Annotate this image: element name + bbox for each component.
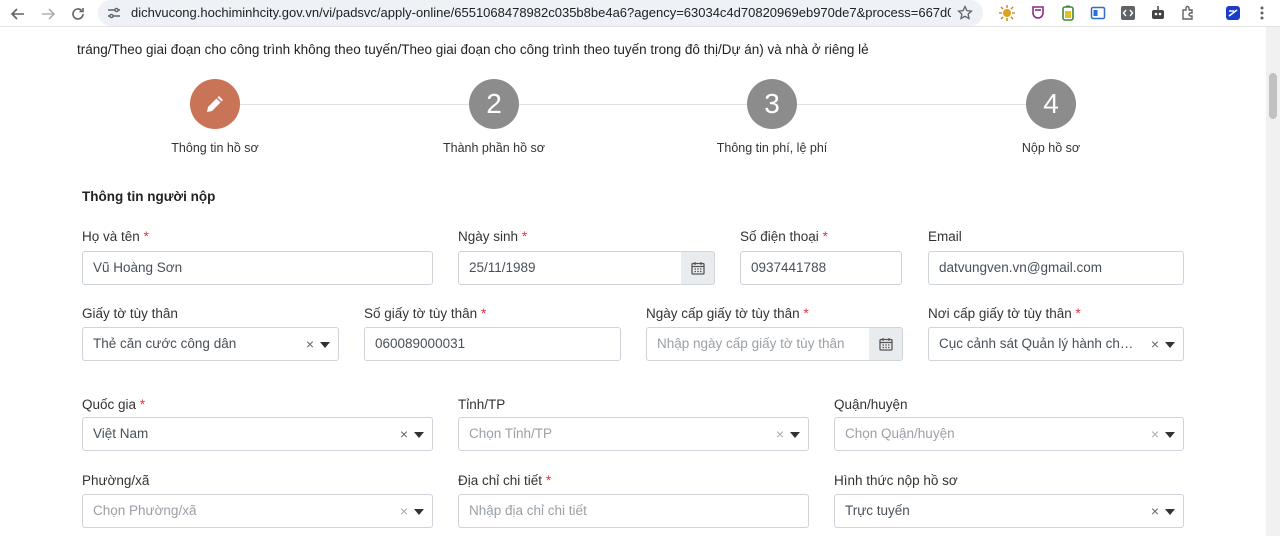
label-giay-to: Giấy tờ tùy thân (82, 306, 178, 321)
caret-down-icon[interactable] (1165, 509, 1175, 515)
quan-huyen-select[interactable]: Chọn Quận/huyện × (834, 417, 1184, 451)
tinh-tp-placeholder: Chọn Tỉnh/TP (469, 426, 553, 441)
reload-icon[interactable] (67, 3, 89, 25)
caret-down-icon[interactable] (414, 432, 424, 438)
label-so-giay-to: Số giấy tờ tùy thân * (364, 306, 487, 321)
label-ngay-cap: Ngày cấp giấy tờ tùy thân * (646, 306, 809, 321)
step-number: 3 (747, 79, 797, 129)
step-thanh-phan-ho-so[interactable]: 2 Thành phần hồ sơ (394, 79, 594, 155)
caret-down-icon[interactable] (790, 432, 800, 438)
label-ho-ten: Họ và tên * (82, 229, 149, 244)
bookmark-star-icon[interactable] (957, 5, 973, 21)
section-title: Thông tin người nộp (82, 189, 216, 204)
label-ngay-sinh: Ngày sinh * (458, 229, 528, 244)
noi-cap-value: Cục cảnh sát Quản lý hành chính v... (939, 336, 1135, 351)
step-nop-ho-so[interactable]: 4 Nộp hồ sơ (951, 79, 1151, 155)
label-quan-huyen: Quận/huyện (834, 397, 908, 412)
page-content: tráng/Theo giai đoạn cho công trình khôn… (0, 27, 1266, 536)
clear-icon[interactable]: × (1151, 328, 1159, 360)
tinh-tp-select[interactable]: Chọn Tỉnh/TP × (458, 417, 809, 451)
extension-battery-icon[interactable] (1060, 5, 1076, 21)
clear-icon[interactable]: × (400, 418, 408, 450)
label-tinh-tp: Tỉnh/TP (458, 397, 506, 412)
step-number: 4 (1026, 79, 1076, 129)
back-icon[interactable] (7, 3, 29, 25)
browser-toolbar: dichvucong.hochiminhcity.gov.vn/vi/padsv… (0, 0, 1280, 27)
label-so-dien-thoai: Số điện thoại * (740, 229, 828, 244)
clear-icon[interactable]: × (1151, 418, 1159, 450)
email-input[interactable]: datvungven.vn@gmail.com (928, 251, 1184, 285)
clear-icon[interactable]: × (776, 418, 784, 450)
label-noi-cap: Nơi cấp giấy tờ tùy thân * (928, 306, 1081, 321)
ho-ten-input[interactable]: Vũ Hoàng Sơn (82, 251, 433, 285)
pencil-icon (190, 79, 240, 129)
step-label: Thành phần hồ sơ (442, 141, 546, 155)
page-scrollbar[interactable] (1266, 27, 1280, 536)
clear-icon[interactable]: × (1151, 495, 1159, 527)
ngay-sinh-input[interactable]: 25/11/1989 (458, 251, 682, 285)
extensions-puzzle-icon[interactable] (1180, 5, 1196, 21)
noi-cap-select[interactable]: Cục cảnh sát Quản lý hành chính v... × (928, 327, 1184, 361)
quoc-gia-select[interactable]: Việt Nam × (82, 417, 433, 451)
phuong-xa-select[interactable]: Chọn Phường/xã × (82, 494, 433, 528)
step-label: Nộp hồ sơ (1021, 141, 1081, 155)
procedure-description: tráng/Theo giai đoạn cho công trình khôn… (77, 42, 869, 57)
extension-code-icon[interactable] (1120, 5, 1136, 21)
scrollbar-thumb[interactable] (1269, 73, 1277, 119)
clear-icon[interactable]: × (306, 328, 314, 360)
calendar-icon[interactable] (869, 327, 903, 361)
site-info-icon[interactable] (106, 5, 122, 21)
extension-robot-icon[interactable] (1150, 5, 1166, 21)
caret-down-icon[interactable] (414, 509, 424, 515)
quoc-gia-value: Việt Nam (93, 426, 149, 441)
caret-down-icon[interactable] (1165, 432, 1175, 438)
label-phuong-xa: Phường/xã (82, 473, 150, 488)
so-dien-thoai-input[interactable]: 0937441788 (740, 251, 902, 285)
url-text[interactable]: dichvucong.hochiminhcity.gov.vn/vi/padsv… (131, 5, 951, 20)
step-label: Thông tin phí, lệ phí (716, 141, 828, 155)
label-dia-chi: Địa chỉ chi tiết * (458, 473, 552, 488)
step-label: Thông tin hồ sơ (171, 141, 259, 155)
clear-icon[interactable]: × (400, 495, 408, 527)
calendar-icon[interactable] (681, 251, 715, 285)
caret-down-icon[interactable] (320, 342, 330, 348)
label-quoc-gia: Quốc gia * (82, 397, 146, 412)
caret-down-icon[interactable] (1165, 342, 1175, 348)
hinh-thuc-select[interactable]: Trực tuyến × (834, 494, 1184, 528)
step-number: 2 (469, 79, 519, 129)
stepper-line (215, 104, 1051, 105)
giay-to-select[interactable]: Thẻ căn cước công dân × (82, 327, 339, 361)
giay-to-value: Thẻ căn cước công dân (93, 336, 237, 351)
label-hinh-thuc: Hình thức nộp hồ sơ (834, 473, 958, 488)
step-thong-tin-phi[interactable]: 3 Thông tin phí, lệ phí (672, 79, 872, 155)
extension-sun-icon[interactable] (999, 5, 1015, 21)
address-bar[interactable]: dichvucong.hochiminhcity.gov.vn/vi/padsv… (98, 0, 983, 26)
quan-huyen-placeholder: Chọn Quận/huyện (845, 426, 955, 441)
forward-icon[interactable] (37, 3, 59, 25)
step-thong-tin-ho-so[interactable]: Thông tin hồ sơ (115, 79, 315, 155)
extension-window-icon[interactable] (1090, 5, 1106, 21)
profile-icon[interactable] (1225, 5, 1241, 21)
phuong-xa-placeholder: Chọn Phường/xã (93, 503, 197, 518)
dia-chi-input[interactable]: Nhập địa chỉ chi tiết (458, 494, 809, 528)
menu-dots-icon[interactable] (1254, 5, 1270, 21)
so-giay-to-input[interactable]: 060089000031 (364, 327, 621, 361)
extension-shield-icon[interactable] (1030, 5, 1046, 21)
hinh-thuc-value: Trực tuyến (845, 503, 910, 518)
ngay-cap-input[interactable]: Nhập ngày cấp giấy tờ tùy thân (646, 327, 870, 361)
label-email: Email (928, 229, 962, 244)
